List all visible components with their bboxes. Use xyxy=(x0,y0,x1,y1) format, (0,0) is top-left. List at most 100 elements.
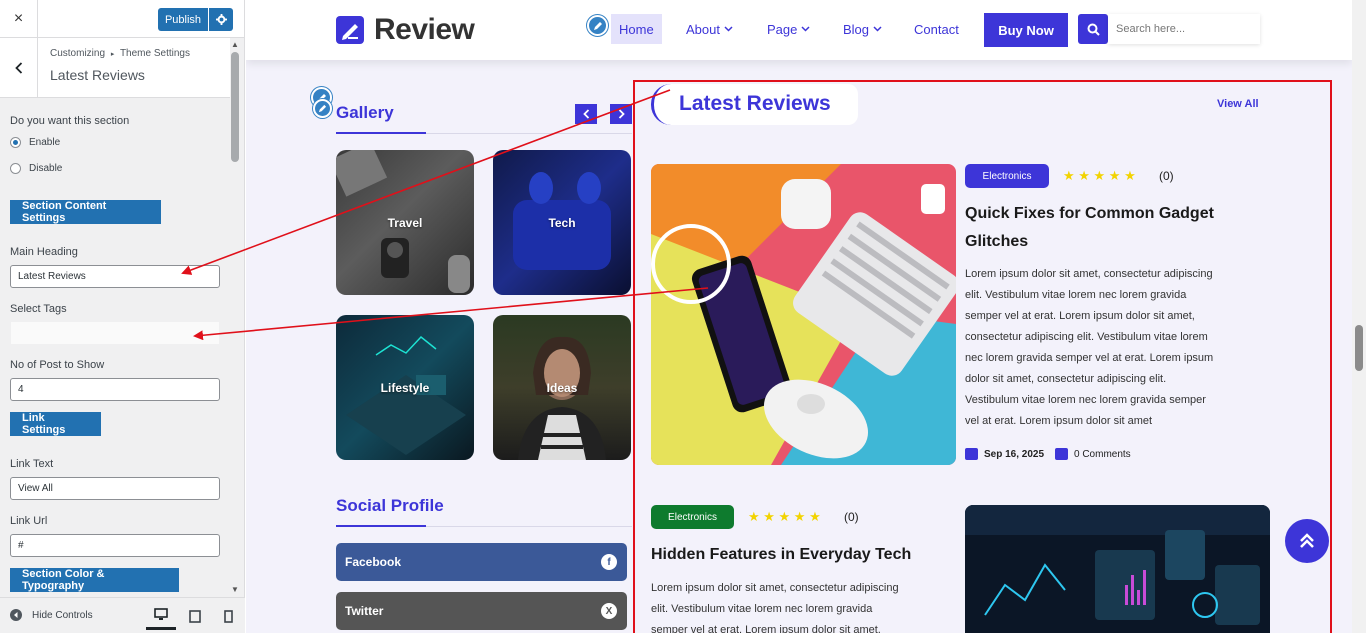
radio-enable[interactable]: Enable xyxy=(10,137,60,148)
comment-icon xyxy=(1055,448,1068,460)
post-date[interactable]: Sep 16, 2025 xyxy=(965,448,1044,460)
mobile-preview-icon[interactable] xyxy=(213,602,243,630)
main-heading-input[interactable]: Latest Reviews xyxy=(10,265,220,288)
post-title[interactable]: Quick Fixes for Common Gadget Glitches xyxy=(965,200,1214,256)
nav-contact-label: Contact xyxy=(914,21,959,37)
post-image-dashboard[interactable] xyxy=(965,505,1270,633)
search-input[interactable]: Search here... xyxy=(1108,14,1260,44)
rating-count: (0) xyxy=(1159,169,1174,183)
edit-pencil-icon[interactable] xyxy=(587,15,608,36)
post-title-line[interactable]: Glitches xyxy=(965,228,1214,256)
logo-text: Review xyxy=(374,13,475,46)
nav-contact[interactable]: Contact xyxy=(914,14,959,44)
post-image-gadgets[interactable] xyxy=(651,164,956,465)
desktop-preview-icon[interactable] xyxy=(146,602,176,630)
publish-button[interactable]: Publish xyxy=(158,8,208,31)
customizer-footer: Hide Controls xyxy=(0,597,245,633)
scroll-to-top-button[interactable] xyxy=(1285,519,1329,563)
radio-disable-control[interactable] xyxy=(10,163,21,174)
breadcrumb-parent: Theme Settings xyxy=(119,48,190,59)
chevron-down-icon xyxy=(873,26,882,32)
collapse-arrow-icon xyxy=(10,609,22,621)
tablet-preview-icon[interactable] xyxy=(180,602,210,630)
gallery-tile-label: Travel xyxy=(387,215,423,230)
gallery-tile-label: Lifestyle xyxy=(380,380,430,395)
logo-pen-icon xyxy=(336,16,364,44)
gallery-tile-ideas[interactable]: Ideas xyxy=(493,315,631,460)
nav-about[interactable]: About xyxy=(686,14,733,44)
view-all-link[interactable]: View All xyxy=(1217,98,1259,110)
nav-home[interactable]: Home xyxy=(611,14,662,44)
site-logo[interactable]: Review xyxy=(336,13,475,47)
scrollbar-thumb[interactable] xyxy=(231,52,239,162)
post-title-line[interactable]: Hidden Features in Everyday Tech xyxy=(651,541,911,569)
rating-stars: ★ ★ ★ ★ ★ xyxy=(1063,168,1136,183)
link-text-input[interactable]: View All xyxy=(10,477,220,500)
excerpt-line: Vestibulum vitae lorem nec lorem gravida… xyxy=(965,394,1206,406)
link-url-input[interactable]: # xyxy=(10,534,220,557)
post-title-line[interactable]: Quick Fixes for Common Gadget xyxy=(965,200,1214,228)
excerpt-line: elit. Vestibulum vitae lorem nec lorem g… xyxy=(651,603,873,615)
excerpt-line: dolor sit amet, consectetur adipiscing e… xyxy=(965,373,1167,385)
preview-scrollbar[interactable] xyxy=(1352,0,1366,633)
gallery-divider xyxy=(336,132,632,134)
section-toggle-label: Do you want this section xyxy=(10,115,130,127)
social-facebook-label: Facebook xyxy=(345,555,402,569)
post-title[interactable]: Hidden Features in Everyday Tech xyxy=(651,541,911,569)
excerpt-line: nec lorem gravida semper vel at erat. Lo… xyxy=(965,352,1214,364)
breadcrumb: Customizing ▸ Theme Settings xyxy=(50,48,190,59)
section-title: Latest Reviews xyxy=(50,67,145,83)
gallery-title: Gallery xyxy=(336,103,394,122)
post-excerpt: Lorem ipsum dolor sit amet, consectetur … xyxy=(651,578,899,633)
post-comments[interactable]: 0 Comments xyxy=(1055,448,1131,460)
radio-enable-label: Enable xyxy=(29,137,61,148)
section-content-settings-button[interactable]: Section Content Settings xyxy=(10,200,161,224)
sidebar-scrollbar[interactable]: ▲ ▼ xyxy=(229,38,241,596)
radio-disable[interactable]: Disable xyxy=(10,163,62,174)
social-facebook[interactable]: Facebook f xyxy=(336,543,627,581)
excerpt-line: consectetur adipiscing elit. Vestibulum … xyxy=(965,331,1208,343)
reviews-heading: Latest Reviews xyxy=(679,92,831,115)
excerpt-line: vel at erat. Lorem ipsum dolor sit amet xyxy=(965,415,1153,427)
post-count-input[interactable]: 4 xyxy=(10,378,220,401)
post-count-label: No of Post to Show xyxy=(10,359,105,371)
scroll-up-icon[interactable]: ▲ xyxy=(231,40,239,49)
gallery-tile-lifestyle[interactable]: Lifestyle xyxy=(336,315,474,460)
main-heading-label: Main Heading xyxy=(10,246,78,258)
excerpt-line: Lorem ipsum dolor sit amet, consectetur … xyxy=(651,582,899,594)
scrollbar-thumb[interactable] xyxy=(1355,325,1363,371)
breadcrumb-root: Customizing xyxy=(50,48,106,59)
social-twitter[interactable]: Twitter X xyxy=(336,592,627,630)
category-badge[interactable]: Electronics xyxy=(651,505,734,529)
nav-about-label: About xyxy=(686,21,720,37)
scroll-down-icon[interactable]: ▼ xyxy=(231,585,239,594)
radio-enable-control[interactable] xyxy=(10,137,21,148)
gallery-prev-button[interactable] xyxy=(575,104,597,124)
link-settings-button[interactable]: Link Settings xyxy=(10,412,101,436)
site-header: Review Home About Page Blog Contact Buy … xyxy=(246,0,1352,60)
excerpt-line: elit. Vestibulum vitae lorem nec lorem g… xyxy=(965,289,1187,301)
edit-pencil-icon[interactable] xyxy=(313,99,332,118)
excerpt-line: semper vel at erat. Lorem ipsum dolor si… xyxy=(651,624,881,633)
search-icon[interactable] xyxy=(1078,14,1108,44)
calendar-icon xyxy=(965,448,978,460)
social-twitter-label: Twitter xyxy=(345,604,384,618)
gallery-tile-travel[interactable]: Travel xyxy=(336,150,474,295)
chevron-down-icon xyxy=(801,26,810,32)
gear-icon[interactable] xyxy=(209,8,233,31)
close-icon[interactable]: × xyxy=(0,0,38,38)
nav-blog[interactable]: Blog xyxy=(843,14,882,44)
gallery-next-button[interactable] xyxy=(610,104,632,124)
select-tags-dropdown[interactable] xyxy=(10,321,220,345)
category-badge[interactable]: Electronics xyxy=(965,164,1049,188)
excerpt-line: Lorem ipsum dolor sit amet, consectetur … xyxy=(965,268,1213,280)
gallery-tile-tech[interactable]: Tech xyxy=(493,150,631,295)
hide-controls-button[interactable]: Hide Controls xyxy=(10,609,93,621)
facebook-icon: f xyxy=(601,554,617,570)
back-chevron-icon[interactable] xyxy=(0,38,38,98)
nav-page[interactable]: Page xyxy=(767,14,810,44)
section-color-typography-button[interactable]: Section Color & Typography xyxy=(10,568,179,592)
buy-now-button[interactable]: Buy Now xyxy=(984,13,1068,47)
gallery-tile-label: Tech xyxy=(548,215,576,230)
customizer-header: × Publish xyxy=(0,0,244,38)
